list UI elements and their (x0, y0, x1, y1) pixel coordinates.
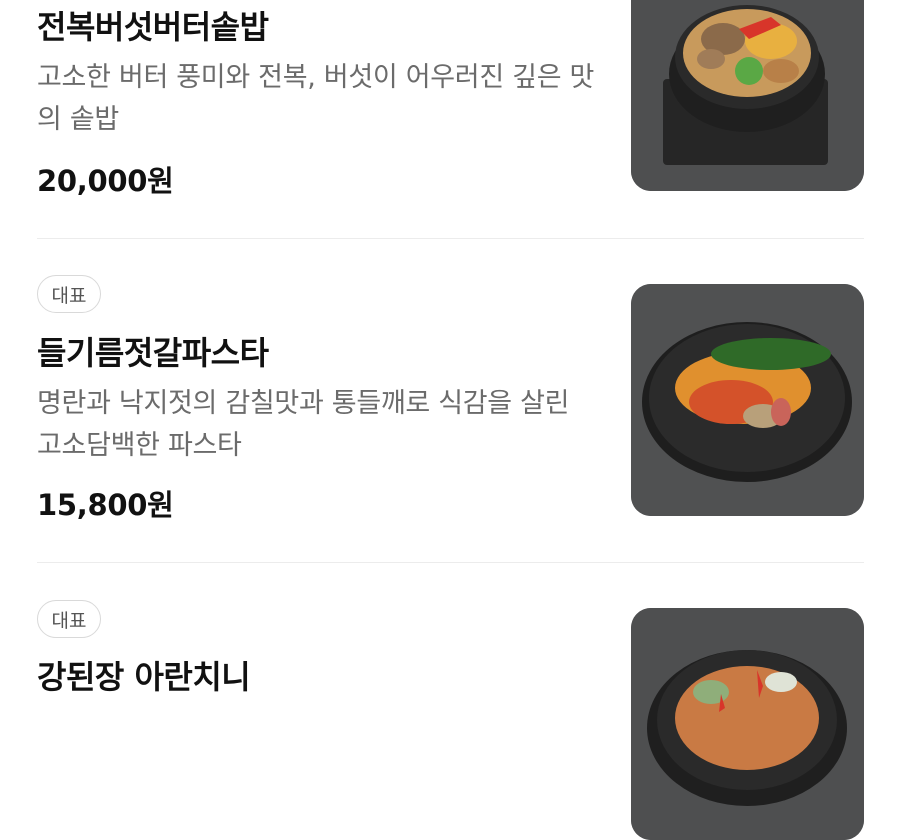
menu-item[interactable]: 전복버섯버터솥밥 고소한 버터 풍미와 전복, 버섯이 어우러진 깊은 맛의 솥… (0, 0, 900, 238)
menu-item-name: 강된장 아란치니 (37, 658, 251, 696)
menu-item[interactable]: 대표 강된장 아란치니 (0, 563, 900, 840)
signature-badge: 대표 (37, 600, 101, 638)
menu-item[interactable]: 대표 들기름젓갈파스타 명란과 낙지젓의 감칠맛과 통들깨로 식감을 살린 고소… (0, 239, 900, 563)
pasta-photo-icon (631, 284, 864, 516)
menu-item-price: 20,000원 (37, 164, 174, 198)
menu-item-price: 15,800원 (37, 488, 174, 522)
menu-item-description: 고소한 버터 풍미와 전복, 버섯이 어우러진 깊은 맛의 솥밥 (37, 62, 595, 135)
menu-item-photo (631, 0, 864, 191)
menu-item-name: 들기름젓갈파스타 (37, 334, 269, 372)
sotbap-photo-icon (631, 0, 864, 191)
menu-item-photo (631, 608, 864, 840)
menu-item-photo (631, 284, 864, 516)
menu-item-description: 명란과 낙지젓의 감칠맛과 통들깨로 식감을 살린 고소담백한 파스타 (37, 388, 570, 461)
menu-item-name: 전복버섯버터솥밥 (37, 8, 269, 46)
signature-badge: 대표 (37, 275, 101, 313)
arancini-photo-icon (631, 608, 864, 840)
